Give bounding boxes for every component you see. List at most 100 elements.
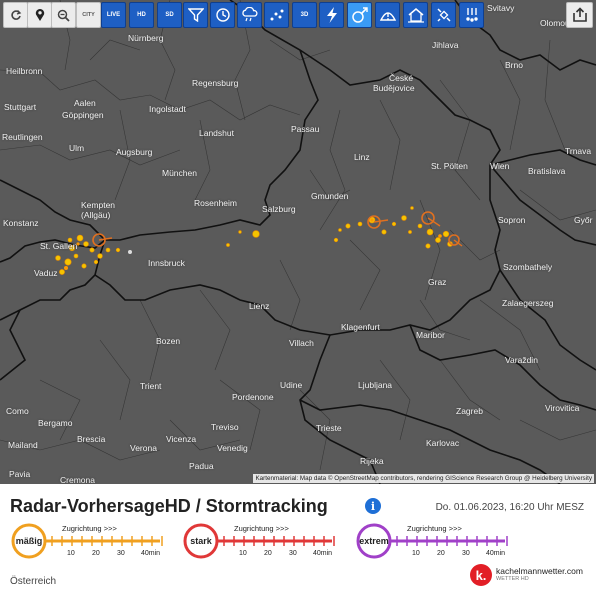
city-label: Trient (140, 381, 162, 391)
home-storm-icon (407, 7, 425, 23)
scale-tick-label: 30 (289, 550, 297, 557)
scale-label: mäßig (15, 536, 43, 546)
city-label: Rosenheim (194, 198, 237, 208)
city-label: Verona (130, 443, 157, 453)
city-label: Szombathely (503, 262, 553, 272)
radar-map[interactable]: Nürnberg Svitavy Olomouc Jihlava Heilbronn Re… (0, 0, 596, 484)
brand-sub: WETTER HD (496, 576, 529, 582)
region-label: Österreich (10, 576, 57, 587)
city-label: Pordenone (232, 392, 274, 402)
city-label: Vaduz (34, 268, 58, 278)
city-label: Karlovac (426, 438, 460, 448)
city-label: Konstanz (3, 218, 39, 228)
scale-tick-label: 40min (486, 550, 506, 557)
city-label: Budějovice (373, 83, 415, 93)
city-label: Virovitica (545, 403, 580, 413)
brand-name: kachelmannwetter.com (496, 566, 583, 576)
map-geography (0, 0, 596, 484)
scale-tick-label: 40min (141, 550, 161, 557)
hail-button[interactable] (459, 2, 484, 28)
city-label: Como (6, 406, 29, 416)
clock-button[interactable] (210, 2, 235, 28)
satellite-button[interactable] (431, 2, 456, 28)
city-label: Klagenfurt (341, 322, 380, 332)
scale-tick-label: 20 (264, 550, 272, 557)
stormtrack-button[interactable] (347, 2, 372, 28)
city-label: Treviso (211, 422, 239, 432)
location-button[interactable] (27, 2, 52, 28)
city-label: Rijeka (360, 456, 384, 466)
3d-button[interactable]: 3D (292, 2, 317, 28)
city-label: Stuttgart (4, 102, 37, 112)
legend-scale: stark Zugrichtung >>> 10 20 30 40min (182, 522, 342, 567)
city-label: Bergamo (38, 418, 73, 428)
city-label: Wien (490, 161, 510, 171)
city-label: Aalen (74, 98, 96, 108)
city-label: Cremona (60, 475, 95, 484)
info-icon[interactable]: i (365, 498, 381, 514)
storm-track-icon (351, 6, 369, 24)
city-label: Ingolstadt (149, 104, 186, 114)
sd-button[interactable]: SD (157, 2, 182, 28)
scale-label: extrem (359, 536, 389, 546)
share-icon (572, 7, 587, 22)
city-label: Brno (505, 60, 523, 70)
city-label: Linz (354, 152, 370, 162)
city-label: Jihlava (432, 40, 459, 50)
radar-hd-icon: HD (137, 12, 146, 18)
city-label: Innsbruck (148, 258, 185, 268)
city-label: Nürnberg (128, 33, 164, 43)
city-label: Trieste (316, 423, 342, 433)
brand-logo[interactable]: k. kachelmannwetter.com WETTER HD (470, 564, 588, 590)
share-button[interactable] (566, 2, 593, 28)
city-label: Vicenza (166, 434, 197, 444)
home-button[interactable] (403, 2, 428, 28)
city-label: Padua (189, 461, 214, 471)
city-label: (Allgäu) (81, 210, 111, 220)
radar-sd-icon: SD (165, 12, 174, 18)
city-label: Bozen (156, 336, 181, 346)
scale-label: stark (190, 536, 212, 546)
city-label: Zalaegerszeg (502, 298, 554, 308)
city-labels-icon: CITY (82, 12, 95, 18)
scale-direction: Zugrichtung >>> (62, 524, 117, 533)
legend: Radar-VorhersageHD / Stormtracking i Do.… (0, 484, 596, 600)
city-label: Lienz (249, 301, 270, 311)
scale-tick-label: 40min (313, 550, 333, 557)
city-label: Landshut (199, 128, 234, 138)
scale-tick-label: 20 (92, 550, 100, 557)
scale-tick-label: 30 (462, 550, 470, 557)
precip-dots-icon (269, 8, 285, 22)
city-label: Salzburg (262, 204, 296, 214)
live-button[interactable]: LIVE (101, 2, 126, 28)
city-label: Villach (289, 338, 314, 348)
warning-button[interactable] (375, 2, 400, 28)
brand-mark-icon: k. (470, 564, 492, 586)
lightning-button[interactable] (319, 2, 344, 28)
satellite-icon (435, 6, 453, 24)
city-label: České (389, 73, 414, 83)
scale-tick-label: 10 (67, 550, 75, 557)
hd-button[interactable]: HD (129, 2, 154, 28)
rain-button[interactable] (237, 2, 262, 28)
funnel-button[interactable] (183, 2, 208, 28)
dots-button[interactable] (264, 2, 289, 28)
city-label: Kempten (81, 200, 116, 210)
city-label: Pavia (9, 469, 31, 479)
legend-title: Radar-VorhersageHD / Stormtracking (10, 496, 328, 516)
legend-scale: extrem Zugrichtung >>> 10 20 30 40min (355, 522, 515, 567)
zoom-out-icon (57, 9, 70, 22)
city-label: Heilbronn (6, 66, 43, 76)
rain-cloud-icon (241, 7, 259, 23)
city-button[interactable]: CITY (76, 2, 101, 28)
city-label: Reutlingen (2, 132, 43, 142)
scale-tick-label: 20 (437, 550, 445, 557)
clock-icon (215, 7, 231, 23)
legend-scale: mäßig Zugrichtung >>> 10 20 30 40min (10, 522, 170, 567)
reload-button[interactable] (3, 2, 28, 28)
zoom-button[interactable] (51, 2, 76, 28)
city-label: Passau (291, 124, 320, 134)
city-label: Mailand (8, 440, 38, 450)
city-label: Augsburg (116, 147, 153, 157)
reload-icon (10, 9, 22, 21)
